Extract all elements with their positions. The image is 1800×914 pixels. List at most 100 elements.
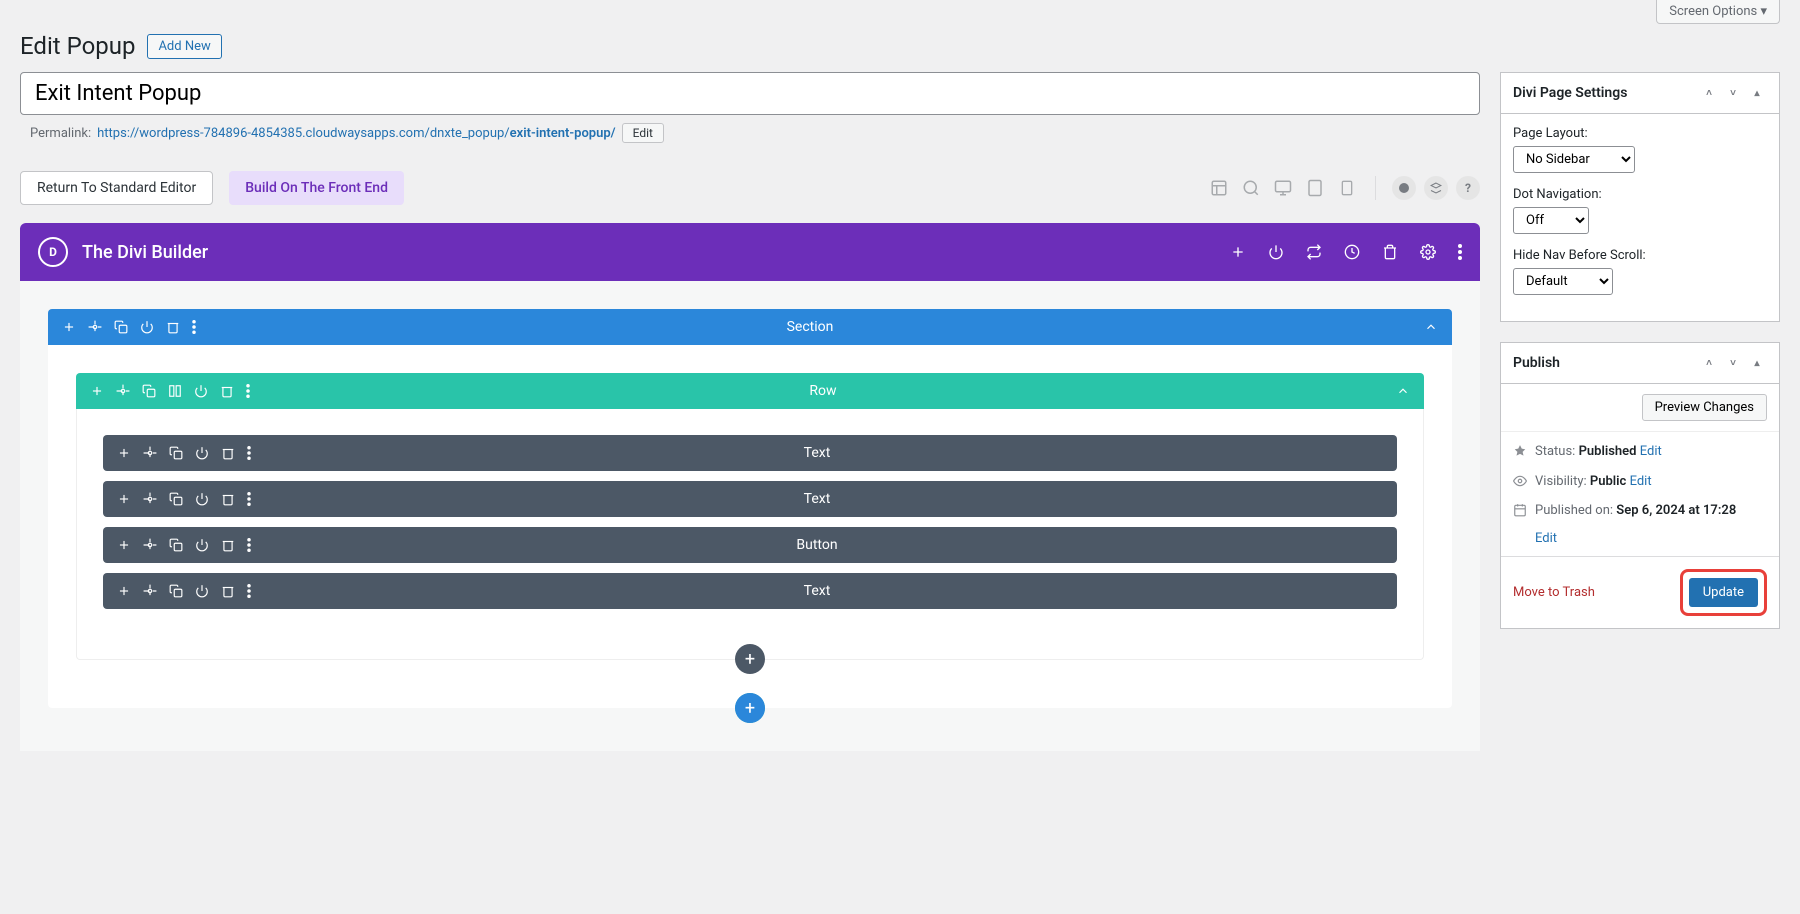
row-trash-icon[interactable] bbox=[220, 384, 234, 398]
module-gear-icon[interactable] bbox=[143, 584, 157, 598]
module-power-icon[interactable] bbox=[195, 538, 209, 552]
module-copy-icon[interactable] bbox=[169, 492, 183, 506]
module-bar: Text bbox=[103, 573, 1397, 609]
module-copy-icon[interactable] bbox=[169, 446, 183, 460]
module-power-icon[interactable] bbox=[195, 584, 209, 598]
divi-page-settings-box: Divi Page Settings ˄ ˅ ▴ Page Layout: No… bbox=[1500, 72, 1780, 322]
add-icon[interactable] bbox=[1230, 244, 1246, 260]
gear-icon[interactable] bbox=[1420, 244, 1436, 260]
transfer-icon[interactable] bbox=[1306, 244, 1322, 260]
chevron-down-icon[interactable]: ˅ bbox=[1723, 353, 1743, 373]
divi-builder-header: D The Divi Builder bbox=[20, 223, 1480, 281]
module-trash-icon[interactable] bbox=[221, 492, 235, 506]
add-section-button[interactable]: + bbox=[735, 693, 765, 723]
section-collapse-icon[interactable] bbox=[1424, 320, 1438, 334]
chevron-down-icon[interactable]: ˅ bbox=[1723, 83, 1743, 103]
return-standard-editor-button[interactable]: Return To Standard Editor bbox=[20, 171, 213, 205]
chevron-up-icon[interactable]: ˄ bbox=[1699, 83, 1719, 103]
divi-builder-title: The Divi Builder bbox=[82, 242, 1230, 263]
module-trash-icon[interactable] bbox=[221, 446, 235, 460]
add-new-button[interactable]: Add New bbox=[147, 34, 221, 59]
page-layout-select[interactable]: No Sidebar bbox=[1513, 146, 1635, 173]
stack-icon[interactable] bbox=[1424, 176, 1448, 200]
module-gear-icon[interactable] bbox=[143, 538, 157, 552]
layers-icon[interactable] bbox=[1392, 176, 1416, 200]
publish-box: Publish ˄ ˅ ▴ Preview Changes Status: Pu… bbox=[1500, 342, 1780, 629]
module-label: Button bbox=[251, 537, 1383, 553]
module-bar: Text bbox=[103, 435, 1397, 471]
row-bar: Row bbox=[76, 373, 1424, 409]
chevron-up-icon[interactable]: ˄ bbox=[1699, 353, 1719, 373]
module-add-icon[interactable] bbox=[117, 492, 131, 506]
trash-icon[interactable] bbox=[1382, 244, 1398, 260]
module-label: Text bbox=[251, 491, 1383, 507]
screen-options-button[interactable]: Screen Options ▾ bbox=[1656, 0, 1780, 24]
pin-icon bbox=[1513, 444, 1527, 458]
row-add-icon[interactable] bbox=[90, 384, 104, 398]
more-icon[interactable] bbox=[1458, 244, 1462, 260]
row-columns-icon[interactable] bbox=[168, 384, 182, 398]
module-copy-icon[interactable] bbox=[169, 538, 183, 552]
phone-icon[interactable] bbox=[1335, 176, 1359, 200]
move-to-trash-link[interactable]: Move to Trash bbox=[1513, 585, 1595, 600]
section-copy-icon[interactable] bbox=[114, 320, 128, 334]
row-label: Row bbox=[250, 383, 1396, 399]
module-power-icon[interactable] bbox=[195, 492, 209, 506]
update-highlight: Update bbox=[1680, 569, 1767, 616]
zoom-icon[interactable] bbox=[1239, 176, 1263, 200]
permalink-label: Permalink: bbox=[30, 126, 91, 141]
desktop-icon[interactable] bbox=[1271, 176, 1295, 200]
row-copy-icon[interactable] bbox=[142, 384, 156, 398]
module-trash-icon[interactable] bbox=[221, 538, 235, 552]
section-add-icon[interactable] bbox=[62, 320, 76, 334]
calendar-icon bbox=[1513, 503, 1527, 517]
wireframe-icon[interactable] bbox=[1207, 176, 1231, 200]
history-icon[interactable] bbox=[1344, 244, 1360, 260]
build-front-end-button[interactable]: Build On The Front End bbox=[229, 171, 404, 205]
visibility-edit-link[interactable]: Edit bbox=[1630, 474, 1652, 489]
permalink-row: Permalink: https://wordpress-784896-4854… bbox=[20, 115, 1480, 151]
hide-nav-select[interactable]: Default bbox=[1513, 268, 1613, 295]
module-bar: Button bbox=[103, 527, 1397, 563]
module-add-icon[interactable] bbox=[117, 538, 131, 552]
section-trash-icon[interactable] bbox=[166, 320, 180, 334]
module-copy-icon[interactable] bbox=[169, 584, 183, 598]
section-power-icon[interactable] bbox=[140, 320, 154, 334]
module-trash-icon[interactable] bbox=[221, 584, 235, 598]
power-icon[interactable] bbox=[1268, 244, 1284, 260]
row-collapse-icon[interactable] bbox=[1396, 384, 1410, 398]
caret-up-icon[interactable]: ▴ bbox=[1747, 83, 1767, 103]
module-bar: Text bbox=[103, 481, 1397, 517]
module-power-icon[interactable] bbox=[195, 446, 209, 460]
caret-up-icon[interactable]: ▴ bbox=[1747, 353, 1767, 373]
module-add-icon[interactable] bbox=[117, 446, 131, 460]
section-gear-icon[interactable] bbox=[88, 320, 102, 334]
status-edit-link[interactable]: Edit bbox=[1640, 444, 1662, 459]
module-add-icon[interactable] bbox=[117, 584, 131, 598]
tablet-icon[interactable] bbox=[1303, 176, 1327, 200]
screen-options-label: Screen Options bbox=[1669, 4, 1757, 19]
settings-box-title: Divi Page Settings bbox=[1513, 85, 1627, 101]
toolbar-divider bbox=[1375, 176, 1376, 200]
page-title: Edit Popup bbox=[20, 32, 135, 60]
dot-nav-label: Dot Navigation: bbox=[1513, 187, 1767, 202]
permalink-link[interactable]: https://wordpress-784896-4854385.cloudwa… bbox=[97, 126, 616, 141]
eye-icon bbox=[1513, 474, 1527, 488]
update-button[interactable]: Update bbox=[1689, 578, 1758, 607]
publish-box-title: Publish bbox=[1513, 355, 1560, 371]
module-gear-icon[interactable] bbox=[143, 492, 157, 506]
post-title-input[interactable] bbox=[20, 72, 1480, 115]
add-module-button[interactable]: + bbox=[735, 644, 765, 674]
module-label: Text bbox=[251, 583, 1383, 599]
module-gear-icon[interactable] bbox=[143, 446, 157, 460]
row-power-icon[interactable] bbox=[194, 384, 208, 398]
date-edit-link[interactable]: Edit bbox=[1535, 531, 1557, 546]
help-icon[interactable]: ? bbox=[1456, 176, 1480, 200]
row-gear-icon[interactable] bbox=[116, 384, 130, 398]
hide-nav-label: Hide Nav Before Scroll: bbox=[1513, 248, 1767, 263]
preview-changes-button[interactable]: Preview Changes bbox=[1642, 394, 1767, 421]
section-bar: Section bbox=[48, 309, 1452, 345]
dot-nav-select[interactable]: Off bbox=[1513, 207, 1589, 234]
permalink-edit-button[interactable]: Edit bbox=[622, 123, 664, 143]
divi-logo-icon: D bbox=[38, 237, 68, 267]
